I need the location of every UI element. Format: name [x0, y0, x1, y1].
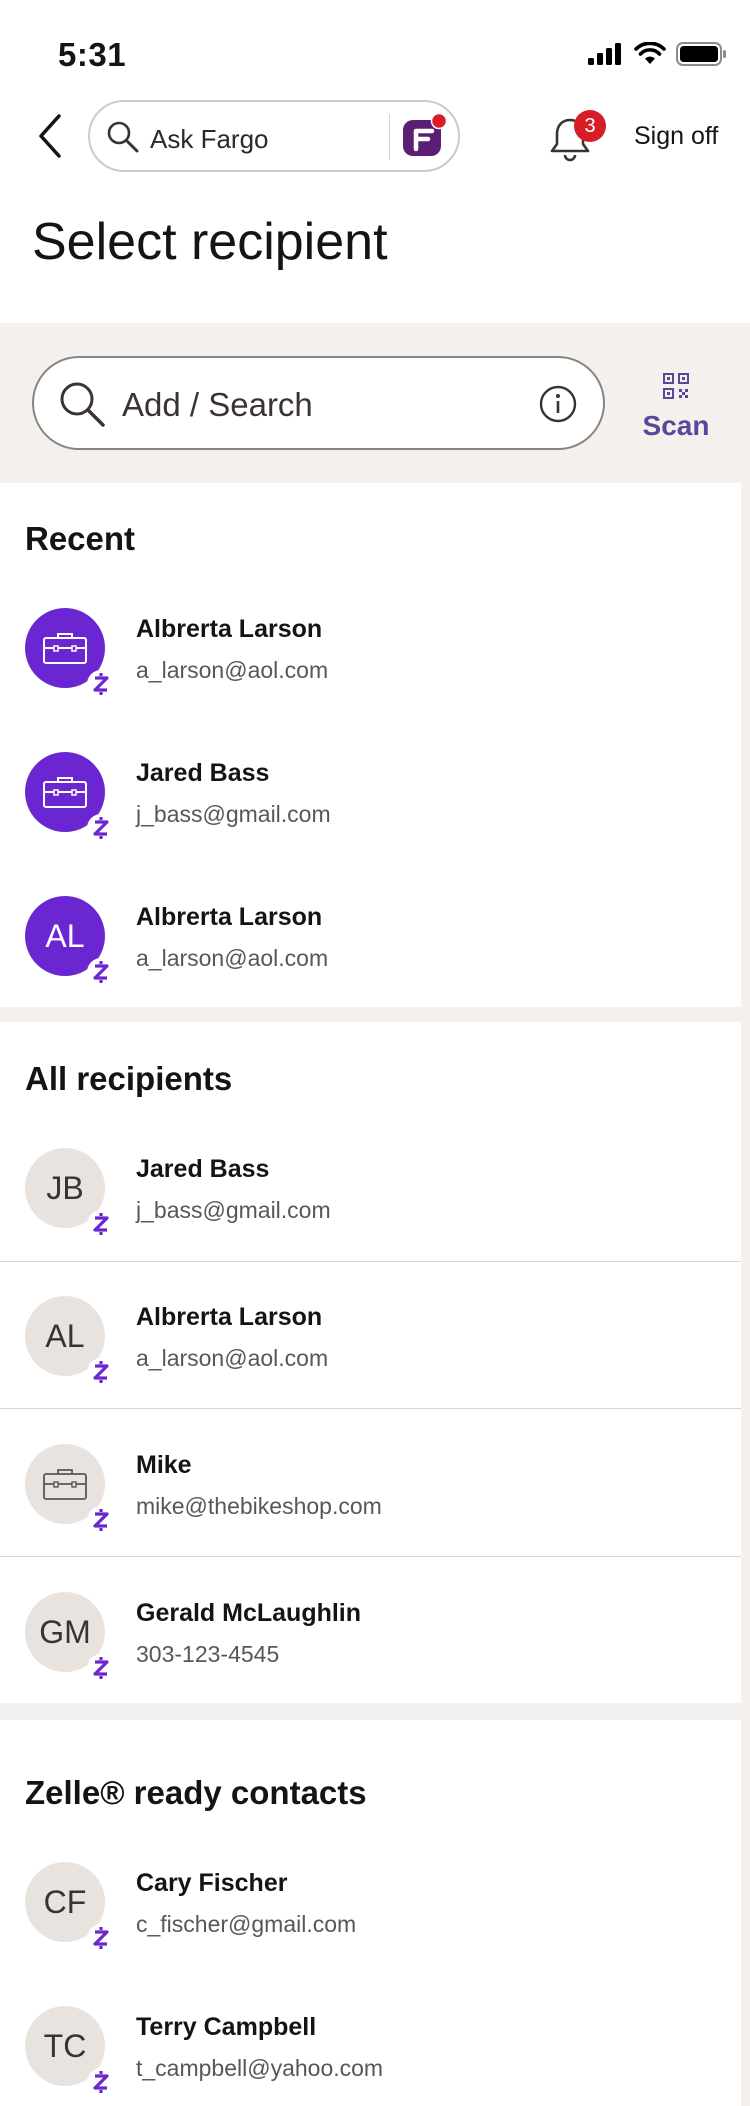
zelle-contacts-section: Zelle® ready contacts CF Cary Fischer c_… — [0, 1720, 741, 2106]
notification-badge: 3 — [574, 110, 606, 142]
ask-fargo-search[interactable]: Ask Fargo — [88, 100, 460, 172]
zelle-icon — [87, 1924, 115, 1952]
recipient-detail: a_larson@aol.com — [136, 1345, 329, 1371]
recipient-name: Albrerta Larson — [136, 1303, 323, 1331]
search-icon — [107, 121, 139, 153]
search-placeholder: Add / Search — [122, 386, 313, 423]
recipient-detail: j_bass@gmail.com — [136, 1197, 331, 1223]
section-divider — [0, 1007, 741, 1022]
recipient-row[interactable]: GM Gerald McLaughlin 303-123-4545 — [0, 1554, 741, 1702]
recipient-detail: t_campbell@yahoo.com — [136, 2055, 384, 2081]
search-band: Add / Search Scan — [0, 323, 750, 483]
all-recipients-section: All recipients JB Jared Bass j_bass@gmai… — [0, 1022, 741, 1703]
recipient-row[interactable]: AL Albrerta Larson a_larson@aol.com — [0, 1258, 741, 1406]
recipient-name: Jared Bass — [136, 759, 270, 787]
briefcase-icon — [43, 777, 87, 808]
scan-button[interactable]: Scan — [640, 373, 712, 442]
ask-fargo-label: Ask Fargo — [150, 124, 269, 154]
zelle-icon — [87, 2068, 115, 2096]
zelle-icon — [87, 670, 115, 698]
zelle-icon — [87, 1654, 115, 1682]
recent-section: Recent Albrerta Larson a_larson@aol.com — [0, 483, 741, 1007]
status-time: 5:31 — [58, 36, 127, 73]
section-title-recent: Recent — [25, 520, 136, 557]
recipient-detail: 303-123-4545 — [136, 1641, 280, 1667]
cellular-signal-icon — [588, 43, 621, 65]
zelle-contact-row[interactable]: TC Terry Campbell t_campbell@yahoo.com — [0, 1968, 741, 2106]
top-navigation: Ask Fargo 3 Sign off — [0, 100, 750, 172]
recipient-row[interactable]: Mike mike@thebikeshop.com — [0, 1406, 741, 1554]
scan-label: Scan — [642, 410, 710, 441]
status-icons — [588, 42, 728, 66]
recipient-row[interactable]: JB Jared Bass j_bass@gmail.com — [0, 1110, 741, 1258]
recent-recipient-row[interactable]: AL Albrerta Larson a_larson@aol.com — [0, 861, 741, 1009]
zelle-icon — [87, 1506, 115, 1534]
recipient-detail: a_larson@aol.com — [136, 945, 329, 971]
battery-icon — [676, 42, 726, 66]
search-icon — [60, 382, 105, 427]
recipient-name: Albrerta Larson — [136, 615, 323, 643]
qr-code-icon — [663, 373, 689, 399]
zelle-icon — [87, 1358, 115, 1386]
ask-divider — [389, 114, 390, 160]
scroll-edge — [741, 483, 750, 2106]
recipient-name: Jared Bass — [136, 1155, 270, 1183]
recipient-name: Mike — [136, 1451, 192, 1479]
add-search-input[interactable]: Add / Search — [32, 356, 605, 450]
zelle-contact-row[interactable]: CF Cary Fischer c_fischer@gmail.com — [0, 1824, 741, 1972]
zelle-icon — [87, 814, 115, 842]
recipient-detail: mike@thebikeshop.com — [136, 1493, 382, 1519]
recent-recipient-row[interactable]: Jared Bass j_bass@gmail.com — [0, 717, 741, 865]
recipient-detail: c_fischer@gmail.com — [136, 1911, 357, 1937]
recent-recipient-row[interactable]: Albrerta Larson a_larson@aol.com — [0, 573, 741, 721]
zelle-icon — [87, 958, 115, 986]
recipient-name: Albrerta Larson — [136, 903, 323, 931]
wifi-icon — [634, 42, 666, 64]
recipient-detail: j_bass@gmail.com — [136, 801, 331, 827]
section-title-zelle-contacts: Zelle® ready contacts — [25, 1774, 367, 1811]
briefcase-icon — [43, 1469, 87, 1500]
recipient-detail: a_larson@aol.com — [136, 657, 329, 683]
info-icon[interactable] — [539, 385, 577, 423]
briefcase-icon — [43, 633, 87, 664]
fargo-logo-icon[interactable] — [402, 112, 448, 160]
zelle-icon — [87, 1210, 115, 1238]
back-button[interactable] — [30, 110, 70, 162]
page-title: Select recipient — [32, 213, 388, 271]
status-bar: 5:31 — [0, 0, 750, 100]
sign-off-link[interactable]: Sign off — [634, 122, 718, 151]
recipient-name: Terry Campbell — [136, 2013, 317, 2041]
recipient-name: Gerald McLaughlin — [136, 1599, 362, 1627]
section-title-all-recipients: All recipients — [25, 1060, 233, 1097]
recipient-name: Cary Fischer — [136, 1869, 288, 1897]
chevron-left-icon — [39, 114, 61, 158]
section-divider — [0, 1703, 741, 1720]
